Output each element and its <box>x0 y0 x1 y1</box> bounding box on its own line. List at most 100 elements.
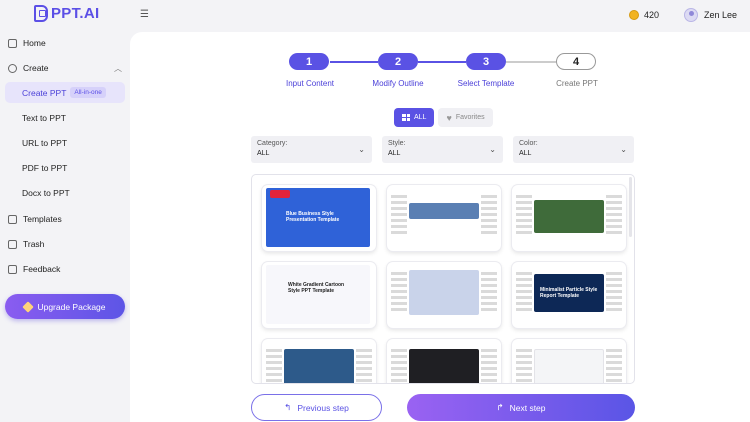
template-card[interactable]: Blue Business Style Presentation Templat… <box>262 185 376 251</box>
slide-strip <box>606 272 622 314</box>
tab-favorites[interactable]: ♥ Favorites <box>438 108 493 127</box>
upgrade-package-button[interactable]: Upgrade Package <box>5 294 125 319</box>
avatar <box>684 8 698 22</box>
sidebar-item-feedback[interactable]: Feedback <box>8 264 60 274</box>
template-title: White Gradient Cartoon Style PPT Templat… <box>288 282 345 294</box>
sidebar-item-create[interactable]: Create <box>8 63 49 73</box>
slide-strip <box>356 349 372 383</box>
template-logo-mark <box>270 190 290 198</box>
sidebar-item-templates[interactable]: Templates <box>8 214 62 224</box>
category-select[interactable]: Category: ALL ⌄ <box>251 136 372 163</box>
chevron-down-icon: ⌄ <box>489 145 496 154</box>
sidebar-item-pdf-to-ppt[interactable]: PDF to PPT <box>22 163 67 173</box>
tab-favorites-label: Favorites <box>455 114 485 121</box>
trash-icon <box>8 239 17 249</box>
main-panel: 1 2 3 4 Input Content Modify Outline Sel… <box>130 32 750 422</box>
slide-strip <box>481 349 497 383</box>
template-card[interactable] <box>387 185 501 251</box>
heart-icon: ♥ <box>446 112 452 123</box>
tab-all[interactable]: ALL <box>394 108 435 127</box>
template-thumbnail <box>534 200 604 233</box>
coin-balance[interactable]: 420 <box>629 10 659 20</box>
previous-step-button[interactable]: ↰ Previous step <box>251 394 382 421</box>
next-step-button[interactable]: ↱ Next step <box>407 394 635 421</box>
slide-strip <box>391 349 407 383</box>
home-icon <box>8 38 17 48</box>
slide-strip <box>516 195 532 237</box>
template-card[interactable] <box>262 339 376 383</box>
sidebar-item-create-ppt[interactable]: Create PPT All-in-one <box>5 82 125 103</box>
template-card[interactable] <box>387 339 501 383</box>
step-1-label: Input Content <box>285 79 335 88</box>
slide-strip <box>391 195 407 237</box>
plus-icon <box>8 63 17 73</box>
template-thumbnail <box>409 349 479 383</box>
template-thumbnail <box>534 349 604 383</box>
category-select-label: Category: <box>257 140 288 147</box>
sidebar-item-label: Templates <box>23 214 62 224</box>
slide-strip <box>266 349 282 383</box>
template-thumbnail <box>266 265 370 324</box>
template-grid[interactable]: Blue Business Style Presentation Templat… <box>251 174 635 384</box>
template-scrollbar[interactable] <box>629 177 632 237</box>
sidebar-item-text-to-ppt[interactable]: Text to PPT <box>22 113 66 123</box>
upgrade-label: Upgrade Package <box>37 301 106 312</box>
step-connector <box>330 61 378 63</box>
color-select-value: ALL <box>519 150 532 157</box>
user-menu[interactable]: Zen Lee <box>684 8 737 22</box>
chevron-up-icon[interactable]: ︿ <box>114 63 122 74</box>
coin-icon <box>629 10 639 20</box>
step-2-label: Modify Outline <box>372 79 424 88</box>
logo-text: PPT.AI <box>51 5 100 22</box>
step-3-label: Select Template <box>457 79 515 88</box>
sidebar-item-label: Create <box>23 63 49 73</box>
step-2-pill: 2 <box>378 53 418 70</box>
top-bar: PPT.AI ☰ 420 Zen Lee <box>0 0 750 32</box>
slide-strip <box>391 272 407 314</box>
step-1-pill: 1 <box>289 53 329 70</box>
next-step-label: Next step <box>509 402 546 413</box>
template-title: Blue Business Style Presentation Templat… <box>286 211 340 223</box>
color-select[interactable]: Color: ALL ⌄ <box>513 136 634 163</box>
style-select-label: Style: <box>388 140 406 147</box>
sidebar-item-home[interactable]: Home <box>8 38 46 48</box>
template-card[interactable] <box>387 262 501 328</box>
step-4-label: Create PPT <box>556 79 598 88</box>
collapse-sidebar-icon[interactable]: ☰ <box>140 9 149 20</box>
tab-all-label: ALL <box>414 114 427 121</box>
template-card[interactable] <box>512 185 626 251</box>
user-name: Zen Lee <box>704 10 738 20</box>
slide-strip <box>516 349 532 383</box>
all-in-one-badge: All-in-one <box>70 87 106 98</box>
template-thumbnail <box>284 349 354 383</box>
view-toggle: ALL ♥ Favorites <box>394 108 493 127</box>
forward-arrow-icon: ↱ <box>496 402 504 412</box>
slide-strip <box>606 349 622 383</box>
template-card[interactable] <box>512 339 626 383</box>
templates-icon <box>8 214 17 224</box>
style-select-value: ALL <box>388 150 401 157</box>
sidebar-item-docx-to-ppt[interactable]: Docx to PPT <box>22 188 70 198</box>
slide-strip <box>606 195 622 237</box>
chevron-down-icon: ⌄ <box>620 145 627 154</box>
sidebar-item-label: Feedback <box>23 264 61 274</box>
sidebar-item-label: Trash <box>23 239 45 249</box>
grid-icon <box>402 114 410 121</box>
template-title: Minimalist Particle Style Report Templat… <box>540 287 598 299</box>
template-card[interactable]: White Gradient Cartoon Style PPT Templat… <box>262 262 376 328</box>
step-connector <box>418 61 466 63</box>
sidebar-item-url-to-ppt[interactable]: URL to PPT <box>22 138 67 148</box>
style-select[interactable]: Style: ALL ⌄ <box>382 136 503 163</box>
previous-step-label: Previous step <box>297 402 349 413</box>
sidebar: Home Create ︿ Create PPT All-in-one Text… <box>0 32 130 422</box>
sidebar-item-trash[interactable]: Trash <box>8 239 44 249</box>
step-4-pill: 4 <box>556 53 596 70</box>
step-connector <box>506 61 556 63</box>
template-card[interactable]: Minimalist Particle Style Report Templat… <box>512 262 626 328</box>
logo-icon <box>34 5 48 22</box>
category-select-value: ALL <box>257 150 270 157</box>
slide-strip <box>481 195 497 237</box>
logo[interactable]: PPT.AI <box>34 5 99 22</box>
template-thumbnail <box>409 270 479 315</box>
undo-arrow-icon: ↰ <box>284 402 292 412</box>
